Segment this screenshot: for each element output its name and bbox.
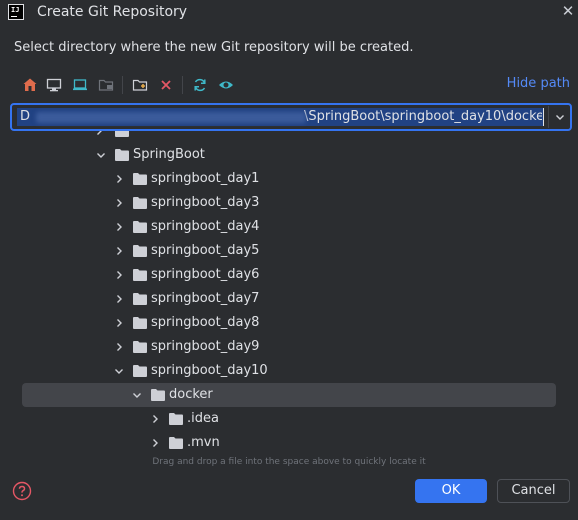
chevron-down-icon[interactable]: [131, 389, 143, 401]
delete-icon[interactable]: [156, 75, 176, 95]
tree-row[interactable]: springboot_day5: [10, 239, 572, 263]
tree-item-label: SpringBoot: [133, 147, 205, 162]
folder-icon: [133, 173, 147, 185]
tree-row[interactable]: springboot_day10: [10, 359, 572, 383]
folder-icon: [115, 131, 129, 137]
tree-item-label: .idea: [187, 411, 219, 426]
tree-row[interactable]: springboot_day1: [10, 167, 572, 191]
text-caret: [543, 108, 544, 126]
drag-drop-hint: Drag and drop a file into the space abov…: [152, 457, 426, 467]
app-logo: IJ: [8, 4, 24, 20]
chevron-down-icon[interactable]: [113, 365, 125, 377]
folder-icon: [169, 413, 183, 425]
chevron-right-icon[interactable]: [113, 197, 125, 209]
dialog-description: Select directory where the new Git repos…: [14, 40, 414, 55]
redacted-path-segment: [36, 112, 306, 123]
tree-item-label: .mvn: [187, 435, 220, 450]
folder-icon: [133, 269, 147, 281]
project-icon[interactable]: [70, 75, 90, 95]
tree-item-label: springboot_day7: [151, 291, 260, 306]
tree-item-label: docker: [169, 387, 213, 402]
tree-row[interactable]: springboot_day6: [10, 263, 572, 287]
chevron-right-icon[interactable]: [113, 173, 125, 185]
folder-icon: [169, 437, 183, 449]
module-icon[interactable]: [96, 75, 116, 95]
cancel-button[interactable]: Cancel: [497, 479, 570, 503]
path-input[interactable]: D \SpringBoot\springboot_day10\docker: [10, 103, 572, 131]
dialog-title: Create Git Repository: [37, 4, 188, 20]
chevron-right-icon[interactable]: [113, 221, 125, 233]
close-icon[interactable]: ✕: [560, 2, 576, 20]
folder-icon: [133, 293, 147, 305]
path-field-divider: [548, 106, 549, 128]
chevron-right-icon: [97, 131, 102, 135]
folder-icon: [133, 197, 147, 209]
selection-highlight: [22, 383, 556, 407]
tree-item-label: springboot_day4: [151, 219, 260, 234]
tree-row-selected[interactable]: docker: [10, 383, 572, 407]
tree-row[interactable]: springboot_day9: [10, 335, 572, 359]
tree-row[interactable]: .mvn: [10, 431, 572, 455]
path-drive-letter: D: [20, 109, 31, 124]
hide-path-link[interactable]: Hide path: [507, 76, 570, 91]
folder-icon: [133, 221, 147, 233]
tree-item-label: springboot_day8: [151, 315, 260, 330]
home-icon[interactable]: [20, 75, 40, 95]
toolbar-separator: [122, 76, 123, 94]
path-value: \SpringBoot\springboot_day10\docker: [304, 109, 542, 124]
folder-icon: [133, 341, 147, 353]
show-hidden-icon[interactable]: [216, 75, 236, 95]
file-chooser-toolbar: Hide path: [14, 73, 574, 97]
folder-icon: [151, 389, 165, 401]
chevron-right-icon[interactable]: [113, 245, 125, 257]
refresh-icon[interactable]: [190, 75, 210, 95]
tree-row[interactable]: springboot_day8: [10, 311, 572, 335]
directory-tree[interactable]: SpringBoot springboot_day1 springboot_da…: [10, 131, 572, 456]
chevron-right-icon[interactable]: [113, 317, 125, 329]
tree-row[interactable]: springboot_day4: [10, 215, 572, 239]
chevron-down-icon[interactable]: [550, 107, 570, 127]
chevron-right-icon[interactable]: [149, 413, 161, 425]
desktop-icon[interactable]: [44, 75, 64, 95]
tree-row[interactable]: springboot_day3: [10, 191, 572, 215]
chevron-right-icon[interactable]: [149, 437, 161, 449]
toolbar-separator: [182, 76, 183, 94]
tree-row[interactable]: .idea: [10, 407, 572, 431]
tree-item-label: springboot_day10: [151, 363, 268, 378]
tree-item-label: springboot_day9: [151, 339, 260, 354]
folder-icon: [133, 365, 147, 377]
tree-row[interactable]: springboot_day7: [10, 287, 572, 311]
tree-row[interactable]: SpringBoot: [10, 143, 572, 167]
ok-button[interactable]: OK: [415, 479, 487, 503]
tree-item-label: springboot_day5: [151, 243, 260, 258]
folder-icon: [115, 149, 129, 161]
chevron-right-icon[interactable]: [113, 341, 125, 353]
chevron-down-icon[interactable]: [95, 149, 107, 161]
folder-icon: [133, 317, 147, 329]
chevron-right-icon[interactable]: [113, 293, 125, 305]
tree-row-partial: [10, 131, 572, 143]
tree-item-label: springboot_day6: [151, 267, 260, 282]
folder-icon: [133, 245, 147, 257]
help-icon[interactable]: [12, 481, 32, 501]
tree-item-label: springboot_day3: [151, 195, 260, 210]
new-folder-icon[interactable]: [130, 75, 150, 95]
tree-item-label: springboot_day1: [151, 171, 260, 186]
title-bar: IJ Create Git Repository ✕: [0, 0, 578, 26]
chevron-right-icon[interactable]: [113, 269, 125, 281]
